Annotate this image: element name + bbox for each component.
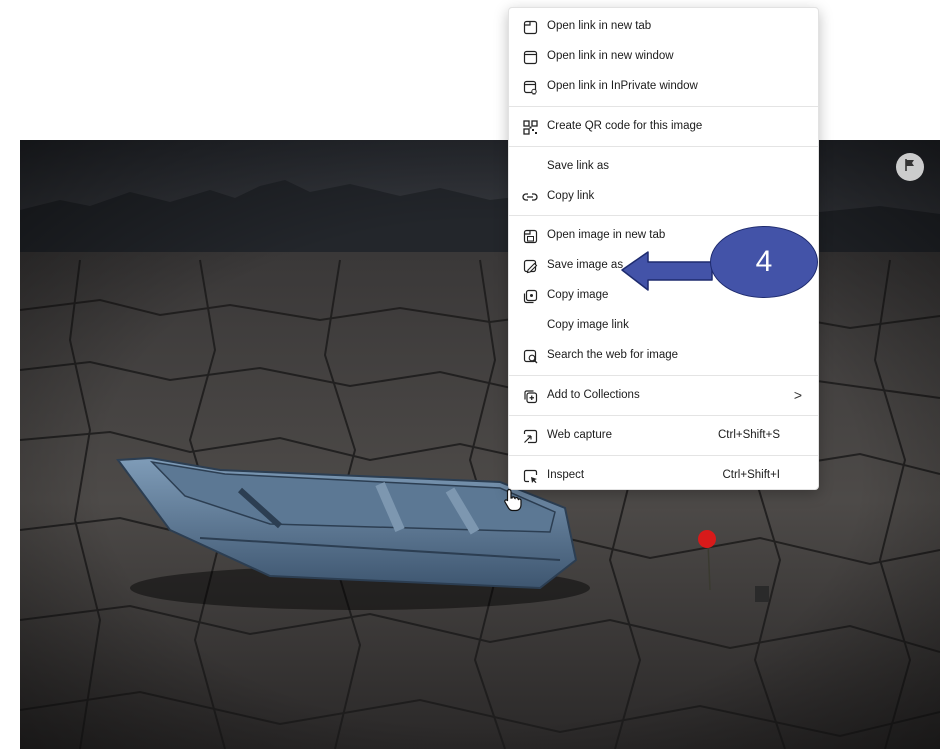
menu-separator <box>509 415 818 416</box>
menu-item-label: Search the web for image <box>547 349 679 361</box>
new-tab-icon <box>522 19 538 35</box>
flag-icon <box>903 158 917 177</box>
flag-button[interactable] <box>896 153 924 181</box>
menu-separator <box>509 106 818 107</box>
menu-item-copy-link[interactable]: Copy link <box>509 182 818 212</box>
inprivate-window-icon <box>522 79 538 95</box>
menu-separator <box>509 375 818 376</box>
web-capture-icon <box>522 428 538 444</box>
qr-code-icon <box>522 119 538 135</box>
annotation-arrow <box>621 251 713 291</box>
menu-separator <box>509 455 818 456</box>
menu-item-label: Save image as <box>547 259 624 271</box>
menu-item-inspect[interactable]: Inspect Ctrl+Shift+I <box>509 461 818 491</box>
menu-item-label: Open link in new tab <box>547 20 652 32</box>
menu-item-create-qr-code[interactable]: Create QR code for this image <box>509 112 818 142</box>
menu-item-label: Create QR code for this image <box>547 120 703 132</box>
menu-item-open-link-new-tab[interactable]: Open link in new tab <box>509 12 818 42</box>
new-window-icon <box>522 49 538 65</box>
menu-item-search-web-for-image[interactable]: Search the web for image <box>509 341 818 371</box>
menu-item-open-link-new-window[interactable]: Open link in new window <box>509 42 818 72</box>
menu-item-label: Save link as <box>547 160 610 172</box>
inspect-icon <box>522 468 538 484</box>
menu-item-label: Web capture <box>547 429 612 441</box>
menu-item-label: Open link in InPrivate window <box>547 80 698 92</box>
menu-separator <box>509 146 818 147</box>
menu-item-label: Inspect <box>547 469 585 481</box>
menu-item-copy-image-link[interactable]: Copy image link <box>509 311 818 341</box>
step-number-callout: 4 <box>710 226 818 298</box>
link-icon <box>522 189 538 205</box>
menu-item-label: Open link in new window <box>547 50 674 62</box>
menu-separator <box>509 215 818 216</box>
menu-item-open-link-inprivate[interactable]: Open link in InPrivate window <box>509 72 818 102</box>
collections-icon <box>522 388 538 404</box>
image-new-tab-icon <box>522 228 538 244</box>
shortcut-label: Ctrl+Shift+I <box>722 469 780 481</box>
menu-item-label: Open image in new tab <box>547 229 666 241</box>
save-image-icon <box>522 258 538 274</box>
menu-item-save-link-as[interactable]: Save link as <box>509 152 818 182</box>
menu-item-label: Add to Collections <box>547 389 640 401</box>
menu-item-add-to-collections[interactable]: Add to Collections > <box>509 381 818 411</box>
menu-item-label: Copy image <box>547 289 609 301</box>
hand-cursor-icon <box>504 488 522 512</box>
copy-image-icon <box>522 288 538 304</box>
menu-item-label: Copy link <box>547 190 595 202</box>
shortcut-label: Ctrl+Shift+S <box>718 429 780 441</box>
image-search-icon <box>522 348 538 364</box>
menu-item-label: Copy image link <box>547 319 629 331</box>
menu-item-web-capture[interactable]: Web capture Ctrl+Shift+S <box>509 421 818 451</box>
chevron-right-icon: > <box>793 387 802 403</box>
